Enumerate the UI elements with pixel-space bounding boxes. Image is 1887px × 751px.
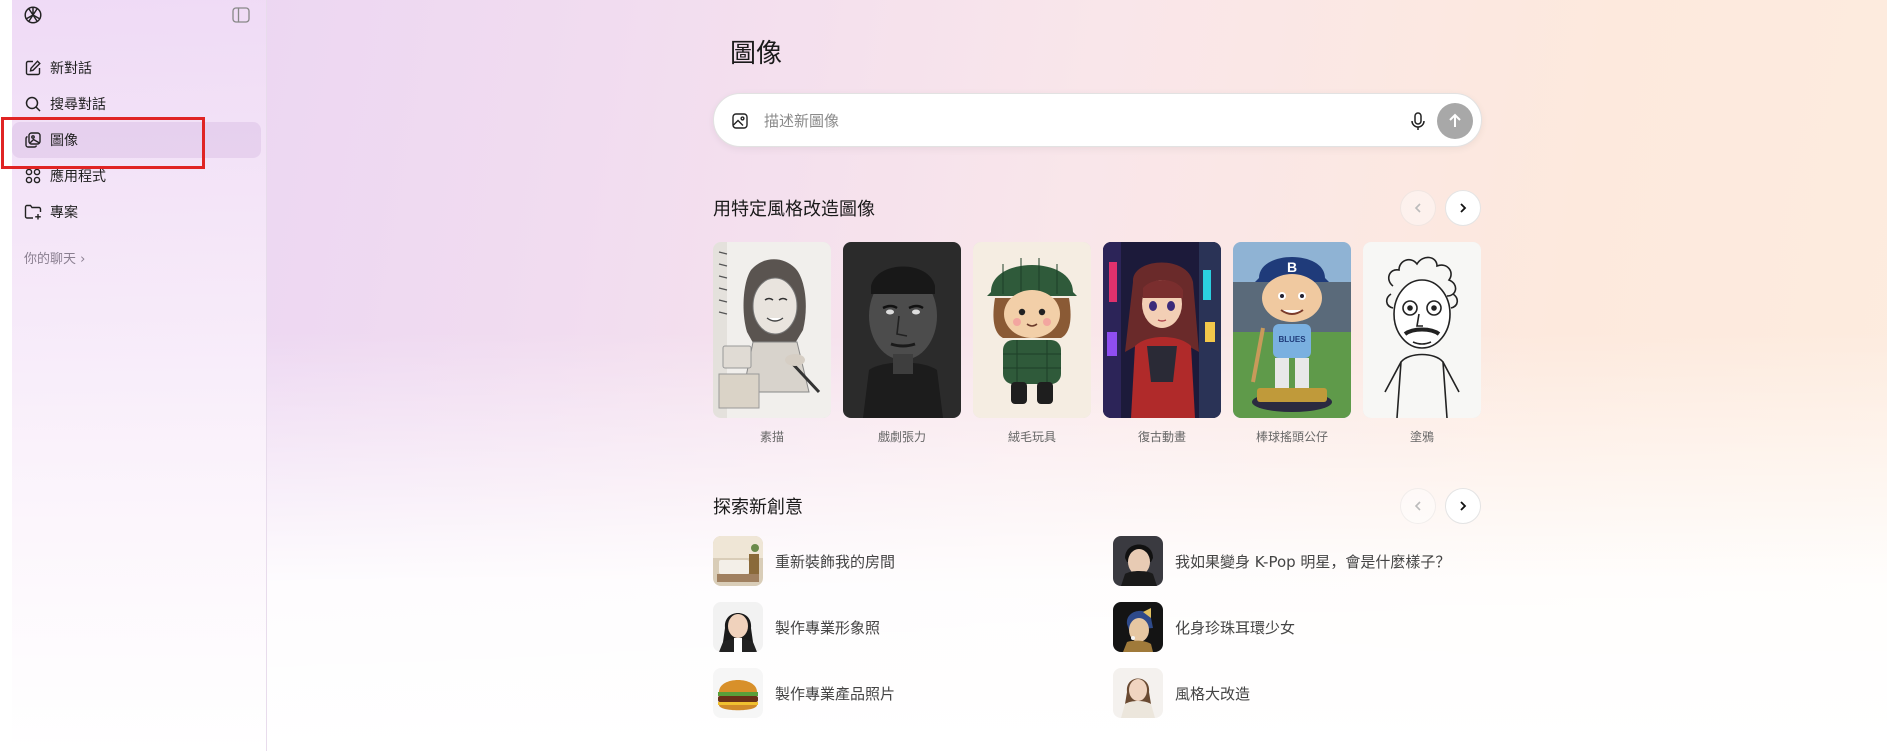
ideas-section-title: 探索新創意: [713, 497, 803, 518]
sidebar-header: [12, 0, 267, 30]
idea-label: 製作專業形象照: [775, 618, 881, 637]
chevron-left-icon: [1414, 501, 1421, 511]
edit-icon: [24, 59, 42, 77]
ideas-prev-button[interactable]: [1400, 488, 1436, 524]
style-label: 復古動畫: [1137, 430, 1186, 444]
style-carousel: 素描 戲劇張力 絨毛玩具 復古動畫 B BLUES 棒球搖頭公仔 塗鴉: [713, 242, 1483, 452]
sidebar-item-projects[interactable]: 專案: [12, 194, 267, 230]
idea-item-professional-headshot[interactable]: 製作專業形象照: [713, 602, 880, 652]
idea-label: 製作專業產品照片: [775, 684, 896, 703]
idea-thumbnail: [713, 602, 763, 652]
style-label: 塗鴉: [1409, 430, 1434, 444]
page-title: 圖像: [730, 39, 783, 69]
apps-grid-icon: [24, 167, 42, 185]
chevron-left-icon: [1414, 203, 1421, 213]
style-label: 戲劇張力: [877, 430, 926, 444]
arrow-up-icon: [1449, 113, 1461, 127]
style-card-dramatic[interactable]: 戲劇張力: [843, 242, 961, 445]
sidebar-item-label: 應用程式: [50, 169, 106, 185]
style-thumbnail: [1363, 242, 1481, 418]
svg-text:BLUES: BLUES: [1278, 335, 1306, 344]
idea-label: 我如果變身 K-Pop 明星，會是什麼樣子？: [1175, 552, 1451, 571]
idea-thumbnail: [713, 668, 763, 718]
style-thumbnail: [973, 242, 1091, 418]
idea-thumbnail: [713, 536, 763, 586]
sidebar-item-new-chat[interactable]: 新對話: [12, 50, 267, 86]
idea-label: 重新裝飾我的房間: [775, 552, 896, 571]
styles-prev-button[interactable]: [1400, 190, 1436, 226]
your-chats-link[interactable]: 你的聊天 ›: [24, 248, 85, 267]
idea-item-pearl-earring[interactable]: 化身珍珠耳環少女: [1113, 602, 1295, 652]
idea-label: 化身珍珠耳環少女: [1175, 618, 1296, 637]
svg-text:B: B: [1287, 259, 1297, 275]
idea-item-kpop-star[interactable]: 我如果變身 K-Pop 明星，會是什麼樣子？: [1113, 536, 1450, 586]
sidebar-toggle-icon[interactable]: [232, 7, 250, 23]
image-prompt-input[interactable]: [764, 108, 1364, 134]
idea-thumbnail: [1113, 602, 1163, 652]
idea-label: 風格大改造: [1175, 684, 1251, 703]
style-thumbnail: B BLUES: [1233, 242, 1351, 418]
image-upload-icon[interactable]: [731, 112, 749, 130]
style-label: 棒球搖頭公仔: [1255, 430, 1328, 444]
highlight-annotation-box: [1, 117, 205, 169]
idea-item-product-photo[interactable]: 製作專業產品照片: [713, 668, 895, 718]
sidebar: 新對話 搜尋對話 圖像 應用程式 專案 你的聊天 ›: [12, 0, 267, 751]
style-card-doodle[interactable]: 塗鴉: [1363, 242, 1481, 445]
idea-thumbnail: [1113, 668, 1163, 718]
sidebar-item-label: 新對話: [50, 61, 92, 77]
style-label: 絨毛玩具: [1007, 430, 1056, 444]
search-icon: [24, 95, 42, 113]
image-prompt-bar: [713, 93, 1482, 147]
style-card-bobblehead[interactable]: B BLUES 棒球搖頭公仔: [1233, 242, 1351, 445]
chevron-right-icon: [1460, 203, 1467, 213]
send-button[interactable]: [1437, 103, 1473, 139]
idea-item-redecorate-room[interactable]: 重新裝飾我的房間: [713, 536, 895, 586]
style-thumbnail: [713, 242, 831, 418]
main-content: 圖像 用特定風格改造圖像: [0, 0, 1887, 751]
chevron-right-icon: [1460, 501, 1467, 511]
microphone-icon[interactable]: [1407, 110, 1429, 132]
idea-thumbnail: [1113, 536, 1163, 586]
sidebar-item-label: 專案: [50, 205, 78, 221]
styles-next-button[interactable]: [1445, 190, 1481, 226]
style-card-retro-anime[interactable]: 復古動畫: [1103, 242, 1221, 445]
ideas-next-button[interactable]: [1445, 488, 1481, 524]
style-label: 素描: [759, 430, 784, 444]
style-card-sketch[interactable]: 素描: [713, 242, 831, 445]
idea-item-style-makeover[interactable]: 風格大改造: [1113, 668, 1250, 718]
sidebar-item-label: 搜尋對話: [50, 97, 106, 113]
styles-section-title: 用特定風格改造圖像: [713, 199, 875, 220]
style-thumbnail: [1103, 242, 1221, 418]
folder-plus-icon: [24, 203, 42, 221]
style-thumbnail: [843, 242, 961, 418]
openai-logo-icon[interactable]: [22, 4, 44, 26]
style-card-plush[interactable]: 絨毛玩具: [973, 242, 1091, 445]
